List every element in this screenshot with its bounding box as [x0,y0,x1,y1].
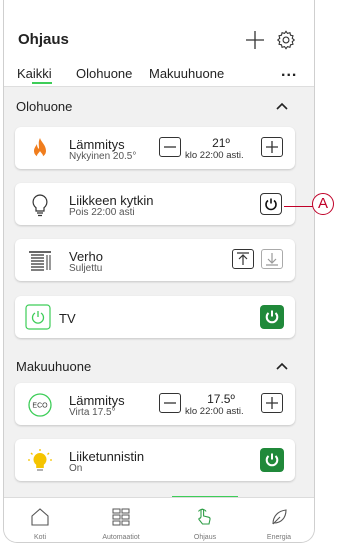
nav-label: Ohjaus [193,534,217,541]
device-status: Nykyinen 20.5° [69,151,137,162]
minus-icon [164,146,176,148]
nav-label: Energia [266,534,292,541]
lightbulb-icon [32,194,48,217]
device-card-heating[interactable]: Lämmitys Nykyinen 20.5° 21º klo 22:00 as… [15,127,295,169]
curtain-up-button[interactable] [232,249,254,269]
page-title: Ohjaus [18,31,69,48]
device-name: TV [59,311,76,326]
section-olohuone-title: Olohuone [16,99,73,114]
power-icon [265,453,279,467]
device-name: Lämmitys [69,137,125,152]
power-icon [265,310,279,324]
flame-icon [34,138,46,159]
tab-makuuhuone[interactable]: Makuuhuone [149,66,224,81]
tab-olohuone[interactable]: Olohuone [76,66,132,81]
setpoint-schedule: klo 22:00 asti. [185,150,244,161]
add-icon[interactable] [245,30,265,50]
power-icon [265,198,277,211]
temperature-setpoint: 21º [212,136,230,150]
device-card-motion-sensor[interactable]: Liiketunnistin On [15,439,295,481]
nav-ohjaus[interactable]: Ohjaus [172,498,238,542]
nav-label: Koti [33,534,47,541]
device-name: Liiketunnistin [69,449,145,464]
device-card-motion-switch[interactable]: Liikkeen kytkin Pois 22:00 asti [15,183,295,225]
eco-mode-icon: ECO [28,393,52,417]
curtain-down-button[interactable] [261,249,283,269]
plus-icon [266,141,278,153]
smart-plug-icon [25,304,51,330]
callout-line [284,206,313,207]
home-icon [31,508,49,526]
grid-icon [112,508,130,526]
nav-koti[interactable]: Koti [7,498,73,542]
power-button[interactable] [260,305,284,329]
nav-label: Automaatiot [102,534,140,541]
power-button[interactable] [260,193,282,215]
device-status: Suljettu [69,263,103,274]
bottom-navigation: Koti Automaatiot Ohjaus Energia [4,497,314,542]
phone-screen: Ohjaus Kaikki Olohuone Makuuhuone ... Ol… [3,0,315,543]
active-tab-indicator [32,82,52,84]
device-status: On [69,463,83,474]
chevron-up-icon[interactable] [276,362,288,370]
device-card-curtain[interactable]: Verho Suljettu [15,239,295,281]
header: Ohjaus Kaikki Olohuone Makuuhuone ... [4,0,314,87]
device-name: Liikkeen kytkin [69,193,154,208]
device-name: Verho [69,249,103,264]
increase-temperature-button[interactable] [261,137,283,157]
nav-automaatiot[interactable]: Automaatiot [88,498,154,542]
decrease-temperature-button[interactable] [159,137,181,157]
callout-marker: A [312,193,334,215]
leaf-icon [272,509,287,525]
device-name: Lämmitys [69,393,125,408]
setpoint-schedule: klo 22:00 asti. [185,406,244,417]
device-status: Virta 17.5° [69,407,116,418]
arrow-up-to-line-icon [237,252,249,265]
eco-label: ECO [32,403,48,410]
arrow-down-to-line-icon [266,253,278,266]
device-card-heating-eco[interactable]: ECO Lämmitys Virta 17.5° 17.5º klo 22:00… [15,383,295,425]
settings-gear-icon[interactable] [275,29,297,51]
more-options-button[interactable]: ... [281,63,297,81]
section-makuuhuone-title: Makuuhuone [16,359,92,374]
hand-icon [198,508,211,525]
increase-temperature-button[interactable] [261,393,283,413]
plus-icon [266,397,278,409]
decrease-temperature-button[interactable] [159,393,181,413]
minus-icon [164,402,176,404]
temperature-setpoint: 17.5º [207,392,235,406]
device-card-tv[interactable]: TV [15,296,295,338]
curtain-icon [29,251,51,271]
nav-energia[interactable]: Energia [246,498,312,542]
chevron-up-icon[interactable] [276,102,288,110]
device-status: Pois 22:00 asti [69,207,135,218]
tab-kaikki[interactable]: Kaikki [17,66,52,81]
lightbulb-on-icon [28,449,52,471]
power-button[interactable] [260,448,284,472]
